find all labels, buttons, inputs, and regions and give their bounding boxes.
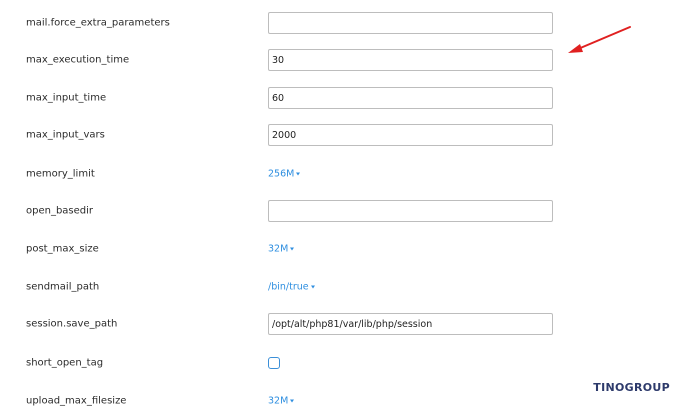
tinogroup-logo: TINOGROUP bbox=[593, 381, 670, 394]
setting-label: max_input_time bbox=[26, 92, 107, 104]
dropdown-value: 32M bbox=[268, 395, 289, 407]
setting-label: memory_limit bbox=[26, 168, 95, 180]
open-basedir-input[interactable] bbox=[268, 200, 553, 222]
setting-label: short_open_tag bbox=[26, 357, 104, 369]
dropdown-value: 32M bbox=[268, 243, 289, 255]
post-max-size-dropdown[interactable]: 32M bbox=[268, 243, 295, 255]
caret-down-icon bbox=[310, 285, 315, 289]
memory-limit-dropdown[interactable]: 256M bbox=[268, 168, 301, 180]
max-input-vars-input[interactable] bbox=[268, 124, 553, 146]
caret-down-icon bbox=[290, 247, 295, 251]
max-input-time-input[interactable] bbox=[268, 87, 553, 109]
setting-row-short-open-tag: short_open_tag bbox=[0, 348, 700, 378]
setting-row-open-basedir: open_basedir bbox=[0, 196, 700, 226]
setting-label: max_input_vars bbox=[26, 129, 105, 141]
arrow-left-down-icon bbox=[568, 26, 631, 53]
logo-text: TINOGROUP bbox=[593, 381, 670, 394]
setting-label: sendmail_path bbox=[26, 281, 100, 293]
max-execution-time-input[interactable] bbox=[268, 49, 553, 71]
setting-label: upload_max_filesize bbox=[26, 395, 127, 407]
session-save-path-input[interactable] bbox=[268, 313, 553, 335]
setting-label: session.save_path bbox=[26, 318, 118, 330]
setting-label: mail.force_extra_parameters bbox=[26, 17, 170, 29]
dropdown-value: /bin/true bbox=[268, 281, 309, 293]
upload-max-filesize-dropdown[interactable]: 32M bbox=[268, 395, 295, 407]
caret-down-icon bbox=[296, 172, 301, 176]
setting-label: post_max_size bbox=[26, 243, 99, 255]
setting-row-memory-limit: memory_limit 256M bbox=[0, 159, 700, 189]
short-open-tag-checkbox[interactable] bbox=[268, 357, 280, 369]
setting-row-post-max-size: post_max_size 32M bbox=[0, 234, 700, 264]
dropdown-value: 256M bbox=[268, 168, 295, 180]
sendmail-path-dropdown[interactable]: /bin/true bbox=[268, 282, 315, 293]
setting-label: max_execution_time bbox=[26, 54, 130, 66]
setting-row-session-save-path: session.save_path bbox=[0, 309, 700, 339]
setting-row-sendmail-path: sendmail_path /bin/true bbox=[0, 272, 700, 302]
mail-force-extra-parameters-input[interactable] bbox=[268, 12, 553, 34]
setting-row-max-input-vars: max_input_vars bbox=[0, 120, 700, 150]
setting-row-max-input-time: max_input_time bbox=[0, 83, 700, 113]
setting-label: open_basedir bbox=[26, 205, 94, 217]
